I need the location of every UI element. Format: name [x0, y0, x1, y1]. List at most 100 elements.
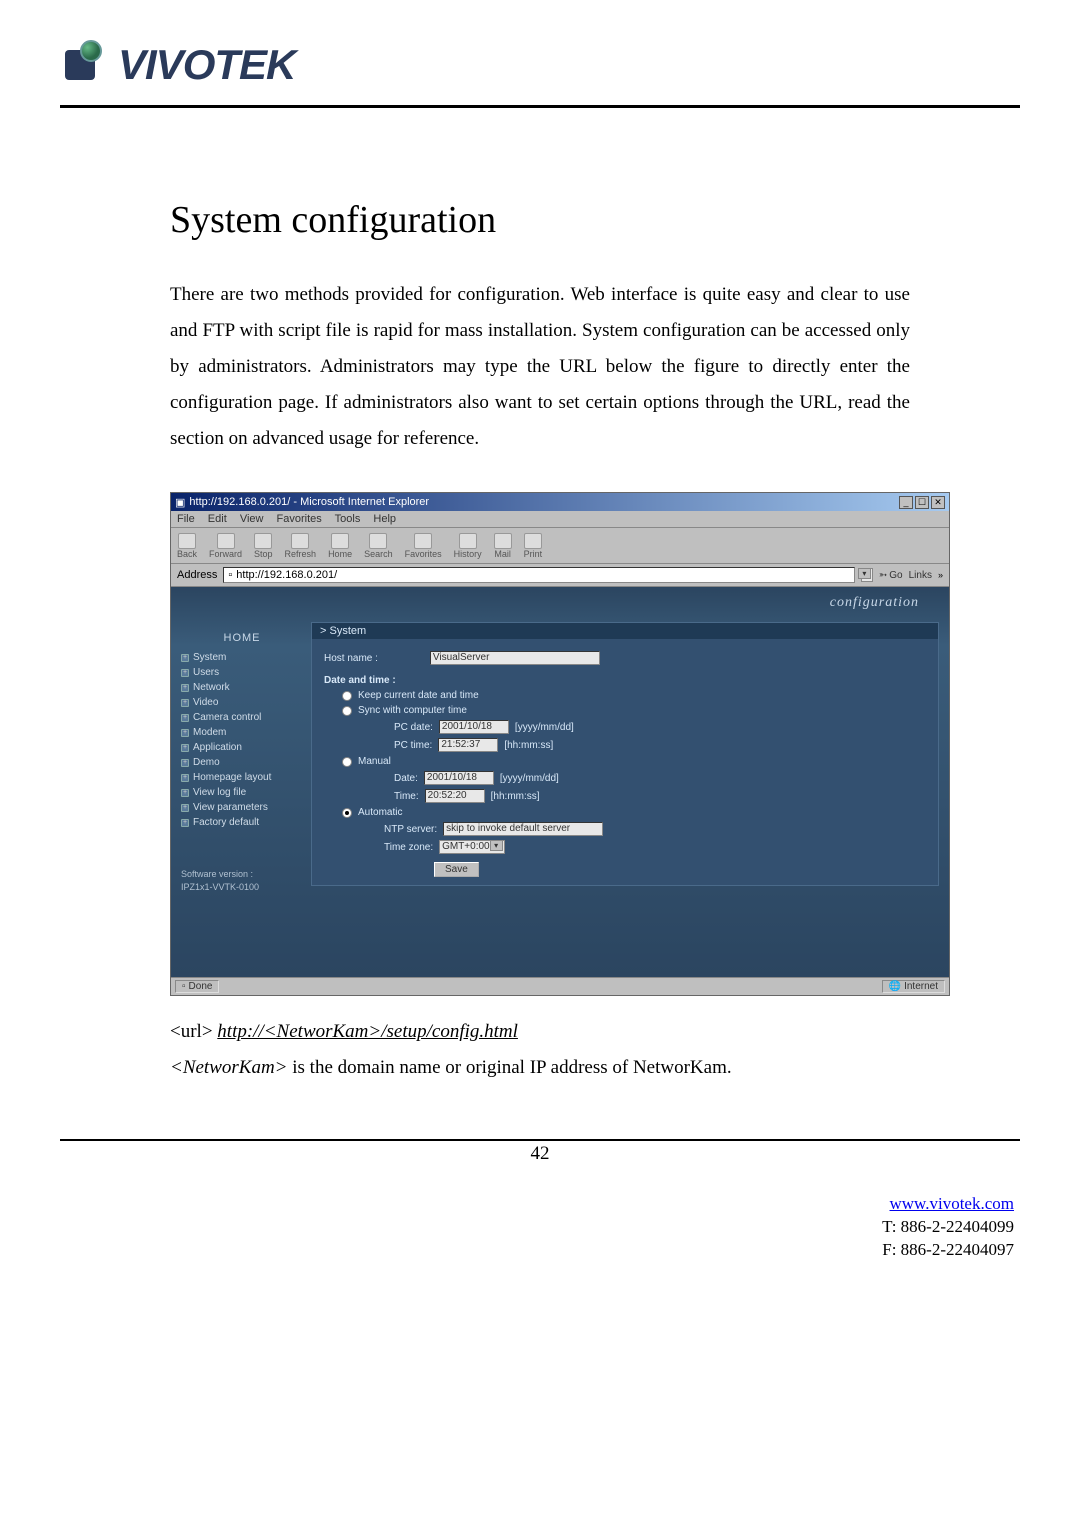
sidebar-item-network[interactable]: +Network	[181, 682, 303, 693]
sidebar-item-application[interactable]: +Application	[181, 742, 303, 753]
pc-date-input[interactable]: 2001/10/18	[439, 720, 509, 734]
m-time-fmt: [hh:mm:ss]	[491, 791, 540, 802]
sidebar-item-camera-control[interactable]: +Camera control	[181, 712, 303, 723]
tb-forward[interactable]: Forward	[209, 533, 242, 559]
minimize-button[interactable]: _	[899, 496, 913, 509]
software-version: Software version : IPZ1x1-VVTK-0100	[181, 868, 303, 893]
go-icon: ➳	[879, 570, 887, 581]
opt-sync-label: Sync with computer time	[358, 705, 467, 716]
addr-dropdown[interactable]	[861, 568, 873, 582]
addr-field[interactable]: ▫ http://192.168.0.201/	[223, 567, 855, 583]
caption-line: <NetworKam> is the domain name or origin…	[170, 1057, 910, 1079]
tz-select[interactable]: GMT+0:00	[439, 840, 505, 854]
tb-back[interactable]: Back	[177, 533, 197, 559]
refresh-icon	[291, 533, 309, 549]
footer-tel: T: 886-2-22404099	[882, 1217, 1014, 1236]
footer-fax: F: 886-2-22404097	[882, 1240, 1014, 1259]
sidebar-item-system[interactable]: +System	[181, 652, 303, 663]
history-icon	[459, 533, 477, 549]
print-icon	[524, 533, 542, 549]
tb-home[interactable]: Home	[328, 533, 352, 559]
addr-label: Address	[177, 569, 217, 581]
sidebar-item-view-log-file[interactable]: +View log file	[181, 787, 303, 798]
ntp-input[interactable]: skip to invoke default server	[443, 822, 603, 836]
done-icon: ▫	[182, 981, 186, 992]
ie-title-text: http://192.168.0.201/ - Microsoft Intern…	[189, 496, 429, 508]
sidebar-item-demo[interactable]: +Demo	[181, 757, 303, 768]
menu-view[interactable]: View	[240, 513, 264, 525]
radio-manual[interactable]	[342, 757, 352, 767]
sidebar-item-factory-default[interactable]: +Factory default	[181, 817, 303, 828]
m-date-label: Date:	[394, 773, 418, 784]
m-date-input[interactable]: 2001/10/18	[424, 771, 494, 785]
go-button[interactable]: ➳Go	[879, 570, 903, 581]
save-button[interactable]: Save	[434, 862, 479, 877]
sidebar-item-users[interactable]: +Users	[181, 667, 303, 678]
page-icon: ▫	[228, 569, 232, 581]
back-icon	[178, 533, 196, 549]
ie-toolbar: Back Forward Stop Refresh Home Search Fa…	[171, 528, 949, 564]
ie-addressbar: Address ▫ http://192.168.0.201/ ➳Go Link…	[171, 564, 949, 587]
ie-window: ▣ http://192.168.0.201/ - Microsoft Inte…	[170, 492, 950, 996]
sidebar: HOME +System +Users +Network +Video +Cam…	[171, 587, 311, 977]
ie-statusbar: ▫Done 🌐Internet	[171, 977, 949, 995]
ie-menubar: File Edit View Favorites Tools Help	[171, 511, 949, 528]
tb-mail[interactable]: Mail	[494, 533, 512, 559]
pc-time-input[interactable]: 21:52:37	[438, 738, 498, 752]
ie-page-icon: ▣	[175, 496, 185, 509]
sidebar-item-modem[interactable]: +Modem	[181, 727, 303, 738]
page-title: configuration	[830, 595, 919, 611]
intro-paragraph: There are two methods provided for confi…	[170, 277, 910, 457]
tb-history[interactable]: History	[454, 533, 482, 559]
pc-time-label: PC time:	[394, 740, 432, 751]
radio-automatic[interactable]	[342, 808, 352, 818]
hostname-label: Host name :	[324, 653, 378, 664]
pc-date-fmt: [yyyy/mm/dd]	[515, 722, 574, 733]
url-line: <url> http://<NetworKam>/setup/config.ht…	[170, 1021, 910, 1043]
status-zone: 🌐Internet	[882, 980, 945, 993]
sidebar-item-view-parameters[interactable]: +View parameters	[181, 802, 303, 813]
search-icon	[369, 533, 387, 549]
tb-stop[interactable]: Stop	[254, 533, 273, 559]
footer-site-link[interactable]: www.vivotek.com	[890, 1194, 1015, 1213]
m-time-label: Time:	[394, 791, 419, 802]
maximize-button[interactable]: ☐	[915, 496, 929, 509]
forward-icon	[217, 533, 235, 549]
opt-auto-label: Automatic	[358, 807, 402, 818]
page-heading: System configuration	[170, 198, 910, 242]
sidebar-item-homepage-layout[interactable]: +Homepage layout	[181, 772, 303, 783]
status-done: ▫Done	[175, 980, 219, 993]
menu-tools[interactable]: Tools	[335, 513, 361, 525]
menu-edit[interactable]: Edit	[208, 513, 227, 525]
links-expand-icon[interactable]: »	[938, 570, 943, 580]
panel-title: > System	[312, 623, 938, 639]
tz-label: Time zone:	[384, 842, 433, 853]
close-button[interactable]: ✕	[931, 496, 945, 509]
brand-text: VIVOTEK	[118, 41, 295, 89]
datetime-heading: Date and time :	[324, 675, 396, 686]
tb-search[interactable]: Search	[364, 533, 393, 559]
ie-titlebar: ▣ http://192.168.0.201/ - Microsoft Inte…	[171, 493, 949, 511]
sidebar-home[interactable]: HOME	[181, 632, 303, 644]
links-label[interactable]: Links	[909, 570, 932, 581]
page-footer-right: www.vivotek.com T: 886-2-22404099 F: 886…	[60, 1193, 1020, 1262]
radio-sync[interactable]	[342, 706, 352, 716]
radio-keep[interactable]	[342, 691, 352, 701]
m-time-input[interactable]: 20:52:20	[425, 789, 485, 803]
menu-help[interactable]: Help	[373, 513, 396, 525]
tb-favorites[interactable]: Favorites	[405, 533, 442, 559]
sidebar-item-video[interactable]: +Video	[181, 697, 303, 708]
home-icon	[331, 533, 349, 549]
page-body: configuration HOME +System +Users +Netwo…	[171, 587, 949, 977]
menu-file[interactable]: File	[177, 513, 195, 525]
tb-refresh[interactable]: Refresh	[285, 533, 317, 559]
internet-icon: 🌐	[889, 981, 901, 992]
page-number: 42	[60, 1139, 1020, 1165]
stop-icon	[254, 533, 272, 549]
config-url-link[interactable]: http://<NetworKam>/setup/config.html	[217, 1021, 518, 1042]
pc-time-fmt: [hh:mm:ss]	[504, 740, 553, 751]
menu-favorites[interactable]: Favorites	[277, 513, 322, 525]
opt-keep-label: Keep current date and time	[358, 690, 479, 701]
tb-print[interactable]: Print	[524, 533, 543, 559]
hostname-input[interactable]: VisualServer	[430, 651, 600, 665]
